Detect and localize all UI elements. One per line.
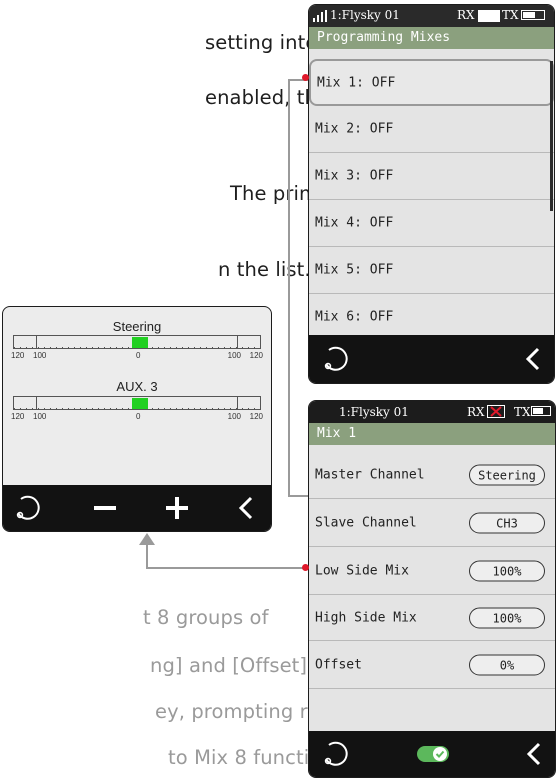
- tx-label: TX: [514, 405, 531, 419]
- setting-value[interactable]: Steering: [469, 464, 545, 485]
- channel-viewer-screen: Steering 120 100 0 100 120 AUX. 3 120 10…: [2, 306, 272, 532]
- mix-list-item[interactable]: Mix 2: OFF: [309, 106, 554, 153]
- setting-label: Offset: [315, 657, 362, 672]
- connector-arrowhead: [139, 533, 155, 545]
- tick-label: 100: [227, 351, 241, 360]
- bar-indicator: [132, 337, 148, 348]
- tick-label: 120: [11, 412, 25, 421]
- tick-label: 100: [227, 412, 241, 421]
- mix-setting-row[interactable]: Low Side Mix 100%: [309, 547, 555, 595]
- tick-label: 100: [33, 351, 47, 360]
- mix-list-item[interactable]: Mix 1: OFF: [309, 59, 554, 106]
- tick-label: 120: [249, 412, 263, 421]
- channel-bar: [13, 396, 261, 410]
- tick-label: 0: [136, 412, 141, 421]
- plus-icon[interactable]: [159, 485, 195, 531]
- back-arrow-icon[interactable]: [519, 731, 549, 777]
- nav-bar: [3, 485, 271, 531]
- tick-label: 0: [136, 351, 141, 360]
- return-home-icon[interactable]: [315, 335, 355, 383]
- minus-icon[interactable]: [87, 485, 123, 531]
- mix-label: Mix 2: OFF: [315, 121, 394, 137]
- mix-label: Mix 3: OFF: [315, 168, 394, 184]
- bar-label: AUX. 3: [116, 379, 158, 394]
- mix-label: Mix 6: OFF: [315, 309, 394, 325]
- setting-label: Low Side Mix: [315, 563, 409, 578]
- screen-title: Programming Mixes: [309, 27, 554, 49]
- setting-value[interactable]: 100%: [469, 560, 545, 581]
- tick-label: 100: [33, 412, 47, 421]
- rx-label: RX: [457, 8, 475, 22]
- mix-label: Mix 5: OFF: [315, 262, 394, 278]
- mix-setting-row[interactable]: High Side Mix 100%: [309, 595, 555, 641]
- tick-row: 120 100 0 100 120: [11, 351, 263, 363]
- setting-label: Slave Channel: [315, 515, 417, 530]
- setting-label: Master Channel: [315, 467, 425, 482]
- tick-label: 120: [11, 351, 25, 360]
- tx-battery-icon: [521, 10, 545, 20]
- status-bar: 1:Flysky 01 RX TX: [309, 401, 555, 423]
- setting-label: High Side Mix: [315, 610, 417, 625]
- connector-line: [288, 495, 308, 497]
- status-bar: 1:Flysky 01 RX TX: [309, 5, 554, 27]
- mix-setting-row[interactable]: Slave Channel CH3: [309, 499, 555, 547]
- model-name: 1:Flysky 01: [339, 405, 409, 419]
- red-marker-dot: [302, 564, 309, 571]
- tick-label: 120: [249, 351, 263, 360]
- mix-setting-row[interactable]: Offset 0%: [309, 641, 555, 689]
- setting-value[interactable]: 100%: [469, 607, 545, 628]
- mix-list-item[interactable]: Mix 5: OFF: [309, 247, 554, 294]
- mix-label: Mix 1: OFF: [317, 75, 396, 90]
- red-marker-dot: [302, 74, 309, 81]
- return-home-icon[interactable]: [315, 731, 355, 777]
- scrollbar[interactable]: [550, 61, 553, 211]
- nav-bar: [309, 731, 555, 777]
- mix-list-item[interactable]: Mix 6: OFF: [309, 294, 554, 341]
- signal-icon: [313, 10, 327, 25]
- mix-setting-row[interactable]: Master Channel Steering: [309, 451, 555, 499]
- back-arrow-icon[interactable]: [518, 335, 548, 383]
- back-arrow-icon[interactable]: [231, 485, 261, 531]
- connector-line: [146, 543, 148, 569]
- programming-mixes-screen: 1:Flysky 01 RX TX Programming Mixes Mix …: [308, 4, 555, 384]
- manual-line-5: t 8 groups of: [143, 606, 269, 629]
- setting-value[interactable]: CH3: [469, 512, 545, 533]
- setting-value[interactable]: 0%: [469, 654, 545, 675]
- tx-battery-icon: [531, 406, 551, 416]
- return-home-icon[interactable]: [7, 485, 47, 531]
- tx-label: TX: [502, 8, 519, 22]
- bar-indicator: [132, 398, 148, 409]
- tick-row: 120 100 0 100 120: [11, 412, 263, 424]
- mix-label: Mix 4: OFF: [315, 215, 394, 231]
- model-name: 1:Flysky 01: [330, 8, 400, 22]
- screen-title: Mix 1: [309, 423, 555, 445]
- mix-list-item[interactable]: Mix 4: OFF: [309, 200, 554, 247]
- channel-bar: [13, 335, 261, 349]
- enable-toggle-icon[interactable]: [411, 731, 455, 777]
- mix-list-item[interactable]: Mix 3: OFF: [309, 153, 554, 200]
- rx-error-icon: [487, 405, 505, 418]
- connector-line: [146, 567, 308, 569]
- nav-bar: [309, 335, 554, 383]
- rx-battery-icon: [478, 10, 500, 22]
- mix-settings-screen: 1:Flysky 01 RX TX Mix 1 Master Channel St…: [308, 400, 556, 778]
- manual-line-4: n the list.: [218, 258, 311, 281]
- bar-label: Steering: [112, 319, 162, 334]
- rx-label: RX: [467, 405, 485, 419]
- connector-line: [288, 79, 290, 497]
